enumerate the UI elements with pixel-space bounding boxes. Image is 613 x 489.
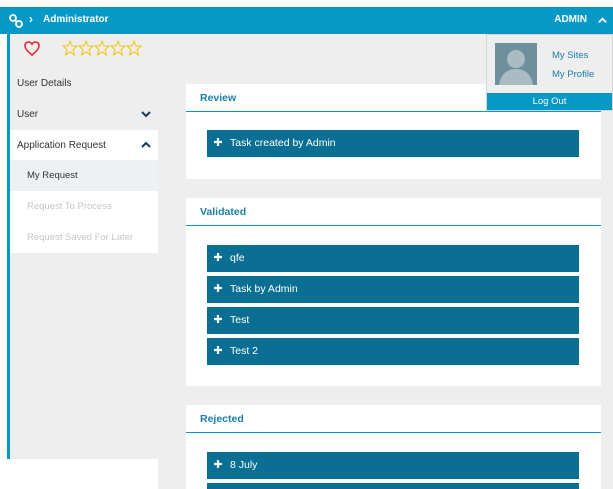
sidebar-item-label: User [17, 109, 39, 120]
section-title: Review [200, 92, 237, 104]
task-item[interactable]: Test 2 [207, 338, 579, 365]
task-item[interactable] [207, 483, 579, 489]
plus-icon [214, 460, 222, 468]
breadcrumb-chevron-icon: › [29, 12, 33, 26]
breadcrumb-title[interactable]: Administrator [43, 14, 109, 25]
my-profile-link[interactable]: My Profile [552, 69, 594, 80]
star-icon[interactable] [78, 40, 94, 56]
task-label: 8 July [230, 459, 258, 471]
star-icon[interactable] [94, 40, 110, 56]
plus-icon [214, 346, 222, 354]
sidebar: User Details User Application Request My… [7, 34, 161, 459]
plus-icon [214, 253, 222, 261]
task-label: Task created by Admin [230, 137, 336, 149]
chevron-up-icon [141, 141, 151, 148]
star-icon[interactable] [62, 40, 78, 56]
task-item[interactable]: Task by Admin [207, 276, 579, 303]
user-details-label: User Details [17, 78, 72, 89]
plus-icon [214, 315, 222, 323]
user-dropdown-menu: My Sites My Profile Log Out [486, 34, 613, 111]
rejected-section: Rejected 8 July [186, 405, 601, 489]
star-rating [62, 40, 142, 61]
task-label: Test 2 [230, 345, 259, 357]
sidebar-item-user[interactable]: User [10, 99, 158, 130]
star-icon[interactable] [110, 40, 126, 56]
log-out-button[interactable]: Log Out [487, 93, 612, 110]
task-label: Test [230, 314, 250, 326]
chevron-up-icon[interactable] [598, 16, 607, 25]
sidebar-item-my-request[interactable]: My Request [27, 170, 78, 181]
section-title: Rejected [200, 413, 244, 425]
validated-section: Validated qfe Task by Admin Test Test 2 [186, 198, 601, 386]
user-placeholder-icon [495, 43, 537, 85]
section-header: Validated [186, 198, 601, 226]
sidebar-item-request-to-process[interactable]: Request To Process [27, 201, 112, 212]
my-sites-link[interactable]: My Sites [552, 50, 588, 61]
task-item[interactable]: Test [207, 307, 579, 334]
task-label: qfe [230, 252, 245, 264]
task-item[interactable]: Task created by Admin [207, 130, 579, 157]
avatar [495, 43, 537, 85]
task-item[interactable]: 8 July [207, 452, 579, 479]
task-label: Task by Admin [230, 283, 298, 295]
plus-icon [214, 138, 222, 146]
link-icon[interactable] [8, 13, 24, 29]
sidebar-item-label: Application Request [17, 140, 106, 151]
star-icon[interactable] [126, 40, 142, 56]
heart-icon[interactable] [24, 41, 40, 56]
top-bar: › Administrator ADMIN [0, 7, 613, 34]
section-header: Rejected [186, 405, 601, 433]
section-title: Validated [200, 206, 247, 218]
plus-icon [214, 284, 222, 292]
sidebar-item-application-request[interactable]: Application Request [10, 130, 158, 161]
task-item[interactable]: qfe [207, 245, 579, 272]
chevron-down-icon [141, 111, 151, 118]
user-menu-toggle[interactable]: ADMIN [554, 14, 587, 25]
sidebar-item-request-saved-for-later[interactable]: Request Saved For Later [27, 232, 133, 243]
